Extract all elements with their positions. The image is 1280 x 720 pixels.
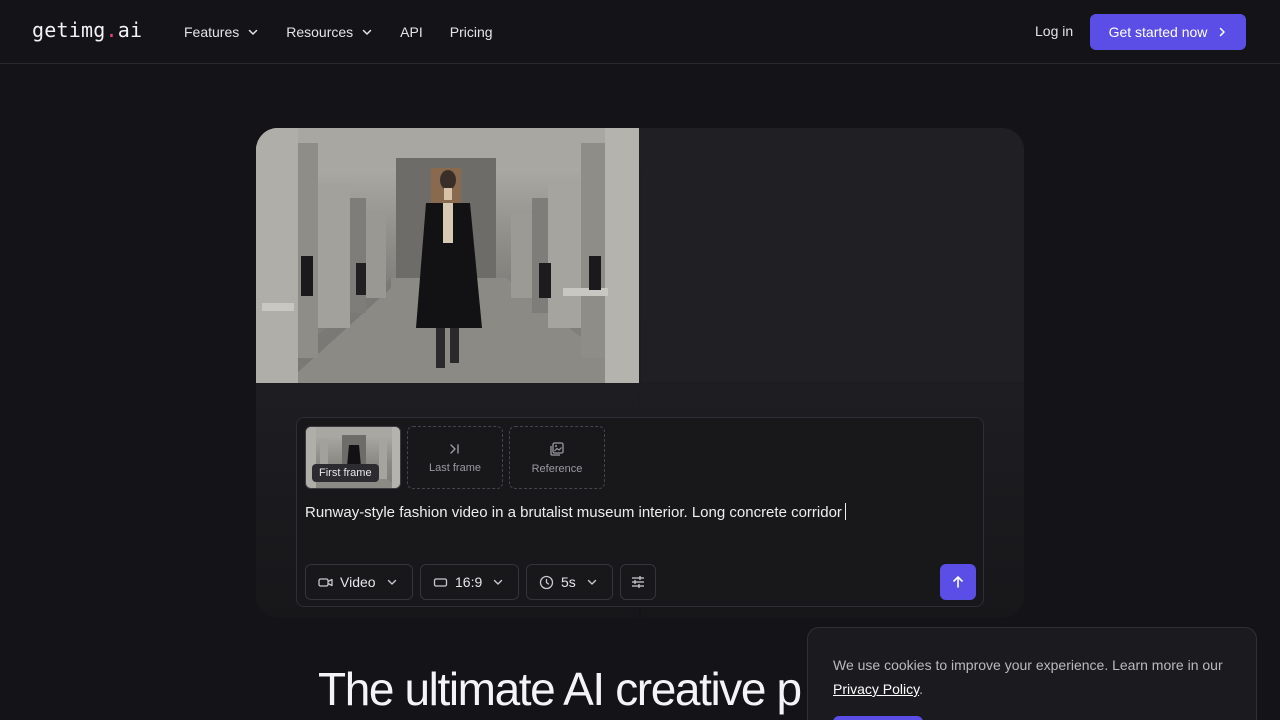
prompt-input[interactable]: Runway-style fashion video in a brutalis… <box>305 503 965 521</box>
logo-suffix: ai <box>117 18 143 42</box>
reference-image-icon <box>550 441 564 456</box>
prompt-text: Runway-style fashion video in a brutalis… <box>305 504 842 521</box>
video-camera-icon <box>318 577 333 587</box>
chevron-down-icon <box>587 579 596 585</box>
cookie-accept-button[interactable] <box>833 716 923 720</box>
cookie-message: We use cookies to improve your experienc… <box>833 657 1223 673</box>
nav-pricing[interactable]: Pricing <box>450 24 493 40</box>
chevron-down-icon <box>387 579 396 585</box>
duration-value: 5s <box>561 574 576 590</box>
first-frame-label: First frame <box>312 464 379 482</box>
last-frame-icon <box>450 443 459 454</box>
chevron-down-icon <box>362 29 372 35</box>
login-link[interactable]: Log in <box>1035 23 1073 39</box>
reference-slot[interactable]: Reference <box>509 426 605 489</box>
chevron-right-icon <box>1220 27 1226 37</box>
cookie-suffix: . <box>919 681 923 697</box>
page: getimg.ai Features Resources API Pricing… <box>0 0 1280 720</box>
text-caret <box>844 503 846 520</box>
logo-dot: . <box>105 18 118 42</box>
nav-pricing-label: Pricing <box>449 24 493 40</box>
aspect-ratio-value: 16:9 <box>455 574 483 590</box>
first-frame-thumbnail[interactable]: First frame <box>305 426 401 489</box>
prompt-panel: First frame Last frame Reference Runway-… <box>296 417 984 607</box>
aspect-ratio-icon <box>433 577 448 587</box>
arrow-up-icon <box>953 576 963 588</box>
logo[interactable]: getimg.ai <box>32 18 142 42</box>
get-started-button[interactable]: Get started now <box>1090 14 1246 50</box>
clock-icon <box>539 575 554 589</box>
submit-button[interactable] <box>940 564 976 600</box>
sliders-icon <box>632 576 644 588</box>
cookie-banner: We use cookies to improve your experienc… <box>807 627 1257 720</box>
last-frame-label: Last frame <box>429 461 481 474</box>
aspect-ratio-select[interactable]: 16:9 <box>420 564 519 600</box>
privacy-policy-link[interactable]: Privacy Policy <box>833 681 919 697</box>
hero-headline: The ultimate AI creative p <box>318 663 802 715</box>
runway-preview-image <box>256 128 639 383</box>
get-started-label: Get started now <box>1108 24 1208 40</box>
nav-api-label: API <box>400 24 423 40</box>
mode-value: Video <box>340 574 376 590</box>
reference-label: Reference <box>531 462 583 475</box>
nav-resources[interactable]: Resources <box>286 24 373 40</box>
settings-button[interactable] <box>620 564 656 600</box>
nav-features-label: Features <box>184 24 240 40</box>
main-nav: Features Resources API Pricing <box>184 0 520 64</box>
preview-cell <box>641 128 1024 382</box>
duration-select[interactable]: 5s <box>526 564 613 600</box>
nav-api[interactable]: API <box>400 24 423 40</box>
logo-text: getimg <box>32 18 106 42</box>
site-header: getimg.ai Features Resources API Pricing… <box>0 0 1280 64</box>
last-frame-slot[interactable]: Last frame <box>407 426 503 489</box>
mode-select[interactable]: Video <box>305 564 413 600</box>
cookie-text: We use cookies to improve your experienc… <box>833 653 1233 701</box>
nav-resources-label: Resources <box>286 24 354 40</box>
chevron-down-icon <box>494 579 503 585</box>
nav-features[interactable]: Features <box>184 24 259 40</box>
chevron-down-icon <box>249 29 258 35</box>
